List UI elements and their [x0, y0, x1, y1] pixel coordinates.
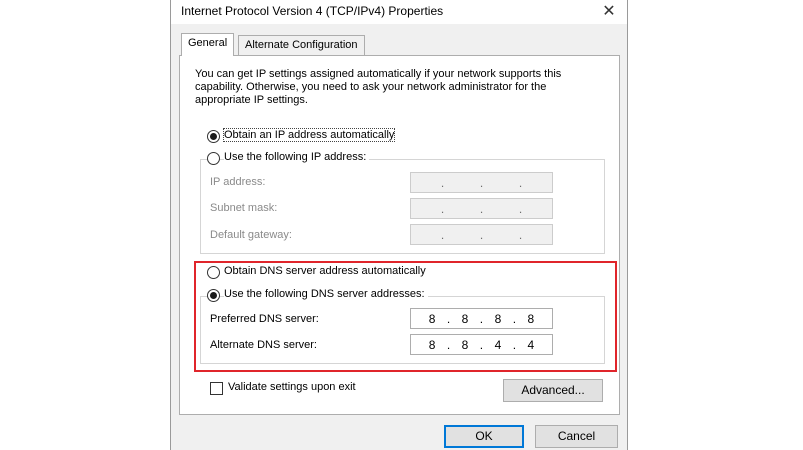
cancel-button[interactable]: Cancel — [535, 425, 618, 448]
obtain-ip-auto-radio[interactable] — [207, 130, 220, 143]
advanced-button[interactable]: Advanced... — [503, 379, 603, 402]
ok-button[interactable]: OK — [444, 425, 524, 448]
validate-settings-checkbox[interactable] — [210, 382, 223, 395]
ip-dot: . — [518, 175, 523, 190]
ip-address-field: . . . — [410, 172, 553, 193]
tab-alternate-configuration[interactable]: Alternate Configuration — [238, 35, 365, 55]
use-following-ip-radio[interactable] — [207, 152, 220, 165]
subnet-mask-field: . . . — [410, 198, 553, 219]
subnet-mask-label: Subnet mask: — [210, 202, 278, 214]
default-gateway-label: Default gateway: — [210, 229, 292, 241]
validate-settings-label[interactable]: Validate settings upon exit — [228, 381, 356, 393]
subnet-dot: . — [479, 201, 484, 216]
use-following-ip-label[interactable]: Use the following IP address: — [224, 151, 370, 163]
ip-dot: . — [479, 175, 484, 190]
ip-address-label: IP address: — [210, 176, 266, 188]
ipv4-properties-dialog: Internet Protocol Version 4 (TCP/IPv4) P… — [170, 0, 628, 450]
close-icon[interactable]: ✕ — [597, 1, 621, 23]
ip-dot: . — [440, 175, 445, 190]
window-title: Internet Protocol Version 4 (TCP/IPv4) P… — [181, 4, 444, 18]
tab-general[interactable]: General — [181, 33, 235, 56]
general-tab-panel: You can get IP settings assigned automat… — [179, 55, 620, 415]
dns-highlight-box — [194, 261, 617, 372]
gateway-dot: . — [440, 227, 445, 242]
description-text: You can get IP settings assigned automat… — [195, 68, 562, 106]
default-gateway-field: . . . — [410, 224, 553, 245]
gateway-dot: . — [479, 227, 484, 242]
subnet-dot: . — [518, 201, 523, 216]
title-bar: Internet Protocol Version 4 (TCP/IPv4) P… — [171, 0, 627, 24]
gateway-dot: . — [518, 227, 523, 242]
obtain-ip-auto-label[interactable]: Obtain an IP address automatically — [222, 128, 396, 142]
subnet-dot: . — [440, 201, 445, 216]
